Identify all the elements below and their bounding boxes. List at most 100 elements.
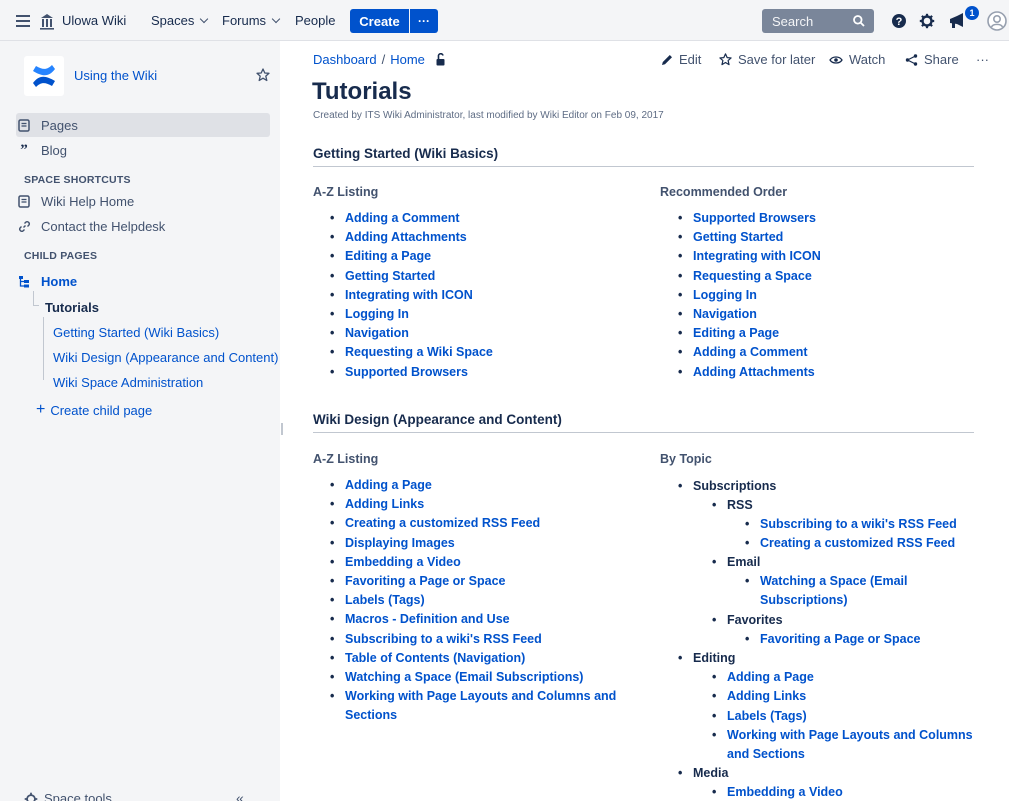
list-item[interactable]: Displaying Images <box>330 534 616 553</box>
list-item[interactable]: Adding Attachments <box>330 228 493 247</box>
watch-button[interactable]: Watch <box>829 52 885 67</box>
menu-icon[interactable] <box>16 12 30 28</box>
shortcut-wiki-help-home[interactable]: Wiki Help Home <box>16 189 270 213</box>
topic-link-labels[interactable]: Labels (Tags) <box>712 707 807 726</box>
space-name-link[interactable]: Using the Wiki <box>74 68 157 83</box>
list-item[interactable]: Adding a Comment <box>678 343 821 362</box>
list-item[interactable]: Table of Contents (Navigation) <box>330 649 616 668</box>
forums-menu[interactable]: Forums <box>222 0 281 41</box>
list-item[interactable]: Watching a Space (Email Subscriptions) <box>330 668 616 687</box>
topic-link-page-layouts-cont[interactable]: and Sections <box>727 745 805 764</box>
search-input[interactable] <box>762 13 844 29</box>
spaces-menu[interactable]: Spaces <box>151 0 209 41</box>
topic-link-embedding-video[interactable]: Embedding a Video <box>712 783 843 801</box>
topic-link-adding-page[interactable]: Adding a Page <box>712 668 814 687</box>
avatar[interactable] <box>987 11 1007 31</box>
recommended-order-list: Supported Browsers Getting Started Integ… <box>678 209 821 382</box>
spaces-label: Spaces <box>151 13 195 28</box>
topic-link-rss-custom[interactable]: Creating a customized RSS Feed <box>745 534 955 553</box>
notifications-badge[interactable]: 1 <box>965 6 979 20</box>
topic-link-favoriting[interactable]: Favoriting a Page or Space <box>745 630 921 649</box>
edit-label: Edit <box>679 52 702 67</box>
topic-favorites: Favorites <box>712 611 782 630</box>
list-item[interactable]: Navigation <box>330 324 493 343</box>
topic-link-watching-space[interactable]: Watching a Space (Email <box>745 572 907 591</box>
tree-item-space-administration[interactable]: Wiki Space Administration <box>53 375 203 390</box>
list-item[interactable]: Creating a customized RSS Feed <box>330 514 616 533</box>
shortcut-contact-helpdesk[interactable]: Contact the Helpdesk <box>16 214 270 238</box>
breadcrumb-home[interactable]: Home <box>390 52 425 67</box>
topic-link-watching-space-cont[interactable]: Subscriptions) <box>760 591 848 610</box>
search-box[interactable] <box>762 9 874 33</box>
list-item[interactable]: Getting Started <box>678 228 821 247</box>
help-icon[interactable]: ? <box>889 11 909 31</box>
star-icon <box>719 53 732 66</box>
gear-icon <box>24 792 38 801</box>
list-item[interactable]: Logging In <box>330 305 493 324</box>
save-for-later-button[interactable]: Save for later <box>719 52 815 67</box>
breadcrumb-dashboard[interactable]: Dashboard <box>313 52 377 67</box>
list-item[interactable]: Adding Attachments <box>678 363 821 382</box>
list-item[interactable]: Working with Page Layouts and Columns an… <box>330 687 616 706</box>
by-topic-heading: By Topic <box>660 452 712 466</box>
list-item[interactable]: Embedding a Video <box>330 553 616 572</box>
list-item[interactable]: Integrating with ICON <box>330 286 493 305</box>
space-tools-button[interactable]: Space tools <box>24 791 112 801</box>
tree-item-wiki-design[interactable]: Wiki Design (Appearance and Content) <box>53 350 278 365</box>
wiki-home-link[interactable]: Ulowa Wiki <box>62 0 126 41</box>
list-item[interactable]: Supported Browsers <box>678 209 821 228</box>
create-child-page-link[interactable]: + Create child page <box>36 398 290 422</box>
topic-link-page-layouts[interactable]: Working with Page Layouts and Columns <box>712 726 973 745</box>
list-item[interactable]: Requesting a Wiki Space <box>330 343 493 362</box>
list-item[interactable]: Macros - Definition and Use <box>330 610 616 629</box>
list-item[interactable]: Adding a Comment <box>330 209 493 228</box>
more-actions-button[interactable]: ··· <box>976 52 989 67</box>
list-item[interactable]: Requesting a Space <box>678 267 821 286</box>
create-button[interactable]: Create <box>350 9 409 33</box>
list-item[interactable]: Logging In <box>678 286 821 305</box>
topic-link-rss-subscribe[interactable]: Subscribing to a wiki's RSS Feed <box>745 515 957 534</box>
sidebar: Using the Wiki Pages ” Blog SPACE SHORTC… <box>0 41 280 801</box>
unlock-icon[interactable] <box>435 53 447 66</box>
tree-item-getting-started[interactable]: Getting Started (Wiki Basics) <box>53 325 219 340</box>
list-item[interactable]: Getting Started <box>330 267 493 286</box>
people-link[interactable]: People <box>295 0 335 41</box>
create-more-button[interactable]: ··· <box>410 9 438 33</box>
watch-label: Watch <box>849 52 886 67</box>
list-item-continuation[interactable]: Sections <box>345 706 616 725</box>
tree-item-tutorials[interactable]: Tutorials <box>45 300 99 315</box>
star-icon[interactable] <box>256 68 270 82</box>
list-item[interactable]: Supported Browsers <box>330 363 493 382</box>
share-button[interactable]: Share <box>905 52 959 67</box>
list-item[interactable]: Editing a Page <box>678 324 821 343</box>
list-item[interactable]: Adding Links <box>330 495 616 514</box>
az-listing-heading: A-Z Listing <box>313 185 379 199</box>
gear-icon[interactable] <box>917 11 937 31</box>
edit-button[interactable]: Edit <box>661 52 701 67</box>
space-tools-label: Space tools <box>44 791 112 801</box>
share-icon <box>905 53 918 66</box>
collapse-sidebar-button[interactable]: « <box>236 790 244 801</box>
sidebar-item-pages[interactable]: Pages <box>16 113 270 137</box>
tree-item-home[interactable]: Home <box>16 269 270 293</box>
link-icon <box>16 218 32 234</box>
topic-editing: Editing <box>678 649 735 668</box>
building-icon[interactable] <box>39 12 55 30</box>
list-item[interactable]: Labels (Tags) <box>330 591 616 610</box>
az-listing-heading: A-Z Listing <box>313 452 379 466</box>
list-item[interactable]: Adding a Page <box>330 476 616 495</box>
topic-link-adding-links[interactable]: Adding Links <box>712 687 806 706</box>
megaphone-icon[interactable] <box>947 11 967 31</box>
wiki-design-az-list: Adding a Page Adding Links Creating a cu… <box>330 476 616 726</box>
list-item[interactable]: Integrating with ICON <box>678 247 821 266</box>
list-item[interactable]: Subscribing to a wiki's RSS Feed <box>330 630 616 649</box>
tree-label-home: Home <box>41 273 78 289</box>
list-item[interactable]: Editing a Page <box>330 247 493 266</box>
sidebar-item-blog[interactable]: ” Blog <box>16 138 270 162</box>
list-item[interactable]: Favoriting a Page or Space <box>330 572 616 591</box>
sidebar-resize-handle[interactable] <box>281 423 283 435</box>
list-item[interactable]: Navigation <box>678 305 821 324</box>
forums-label: Forums <box>222 13 267 28</box>
space-logo[interactable] <box>24 56 64 96</box>
search-icon[interactable] <box>852 14 866 28</box>
